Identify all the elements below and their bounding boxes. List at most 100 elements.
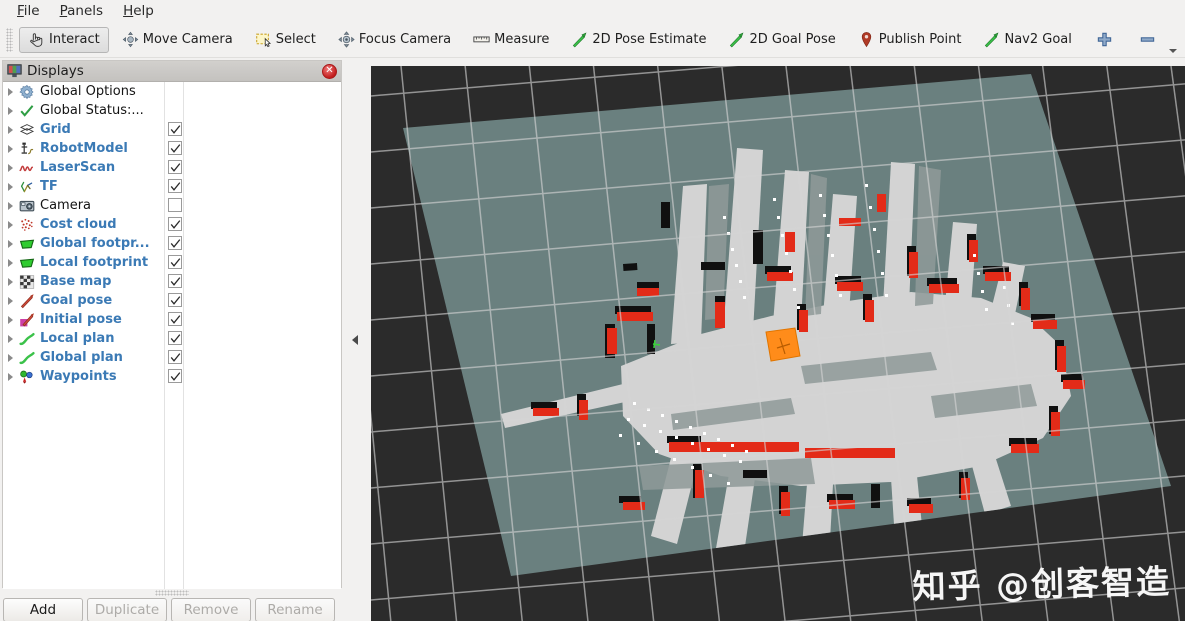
tree-item-checkbox[interactable] bbox=[168, 274, 182, 288]
tool-nav2-goal[interactable]: Nav2 Goal bbox=[974, 27, 1080, 53]
tree-item-checkbox[interactable] bbox=[168, 293, 182, 307]
tf-axes-icon bbox=[20, 181, 33, 192]
focus-camera-icon bbox=[338, 31, 355, 48]
tree-item-label: TF bbox=[40, 179, 58, 194]
panel-resize-grip[interactable] bbox=[155, 590, 189, 596]
tree-item-label: Camera bbox=[40, 198, 92, 213]
tool-measure[interactable]: Measure bbox=[464, 27, 558, 53]
check-glyph-icon bbox=[170, 219, 180, 229]
tool-2d-goal-pose[interactable]: 2D Goal Pose bbox=[719, 27, 844, 53]
expand-chevron-right-icon[interactable] bbox=[8, 353, 13, 362]
check-glyph-icon bbox=[170, 371, 180, 381]
polygon-icon bbox=[19, 258, 35, 268]
check-glyph-icon bbox=[170, 238, 180, 248]
expand-chevron-right-icon[interactable] bbox=[8, 87, 13, 96]
tree-item-global-footprint[interactable]: Global footpr... bbox=[3, 234, 341, 253]
tool-publish-point[interactable]: Publish Point bbox=[849, 27, 971, 53]
tree-item-laserscan[interactable]: LaserScan bbox=[3, 158, 341, 177]
polygon-icon bbox=[19, 239, 35, 249]
tree-item-local-footprint[interactable]: Local footprint bbox=[3, 253, 341, 272]
expand-chevron-right-icon[interactable] bbox=[8, 315, 13, 324]
tree-item-initial-pose[interactable]: Initial pose bbox=[3, 310, 341, 329]
tool-interact[interactable]: Interact bbox=[19, 26, 109, 53]
expand-chevron-right-icon[interactable] bbox=[8, 182, 13, 191]
hand-cursor-icon bbox=[30, 33, 43, 47]
tree-item-global-options[interactable]: Global Options bbox=[3, 82, 341, 101]
toolbar-overflow-chevron-down-icon[interactable] bbox=[1168, 49, 1177, 53]
tree-item-grid[interactable]: Grid bbox=[3, 120, 341, 139]
check-glyph-icon bbox=[170, 352, 180, 362]
tree-item-checkbox[interactable] bbox=[168, 369, 182, 383]
expand-chevron-right-icon[interactable] bbox=[8, 106, 13, 115]
add-tool-button[interactable] bbox=[1085, 27, 1124, 53]
tree-item-checkbox[interactable] bbox=[168, 331, 182, 345]
tool-select[interactable]: Select bbox=[246, 27, 325, 53]
path-icon bbox=[19, 332, 35, 345]
tree-item-checkbox[interactable] bbox=[168, 179, 182, 193]
tree-item-checkbox[interactable] bbox=[168, 312, 182, 326]
tool-measure-label: Measure bbox=[494, 32, 550, 47]
expand-chevron-right-icon[interactable] bbox=[8, 258, 13, 267]
tree-item-checkbox[interactable] bbox=[168, 350, 182, 364]
expand-chevron-right-icon[interactable] bbox=[8, 239, 13, 248]
tree-item-base-map[interactable]: Base map bbox=[3, 272, 341, 291]
tree-item-label: LaserScan bbox=[40, 160, 116, 175]
tree-item-tf[interactable]: TF bbox=[3, 177, 341, 196]
chevron-left-icon bbox=[352, 335, 358, 345]
rename-button[interactable]: Rename bbox=[255, 598, 335, 621]
toolbar-drag-handle[interactable] bbox=[6, 27, 13, 52]
tree-item-checkbox[interactable] bbox=[168, 141, 182, 155]
displays-panel-titlebar: Displays ✕ bbox=[3, 61, 341, 82]
select-rectangle-icon bbox=[255, 33, 271, 48]
tree-item-checkbox[interactable] bbox=[168, 198, 182, 212]
duplicate-button[interactable]: Duplicate bbox=[87, 598, 167, 621]
tree-item-global-plan[interactable]: Global plan bbox=[3, 348, 341, 367]
remove-button[interactable]: Remove bbox=[171, 598, 251, 621]
expand-chevron-right-icon[interactable] bbox=[8, 201, 13, 210]
expand-chevron-right-icon[interactable] bbox=[8, 296, 13, 305]
expand-chevron-right-icon[interactable] bbox=[8, 163, 13, 172]
tree-item-global-status[interactable]: Global Status:... bbox=[3, 101, 341, 120]
render-view-3d[interactable]: 知乎 @创客智造 bbox=[371, 66, 1185, 621]
check-glyph-icon bbox=[170, 257, 180, 267]
tree-item-checkbox[interactable] bbox=[168, 236, 182, 250]
add-button[interactable]: Add bbox=[3, 598, 83, 621]
tree-item-checkbox[interactable] bbox=[168, 122, 182, 136]
tree-item-checkbox[interactable] bbox=[168, 160, 182, 174]
remove-tool-button[interactable] bbox=[1128, 27, 1167, 53]
tool-focus-camera[interactable]: Focus Camera bbox=[329, 27, 460, 53]
map-icon bbox=[19, 274, 35, 289]
tree-item-label: Cost cloud bbox=[40, 217, 117, 232]
green-arrow-icon bbox=[985, 32, 999, 48]
menu-panels[interactable]: Panels bbox=[51, 1, 112, 22]
expand-chevron-right-icon[interactable] bbox=[8, 372, 13, 381]
check-glyph-icon bbox=[170, 143, 180, 153]
expand-chevron-right-icon[interactable] bbox=[8, 144, 13, 153]
map-pin-icon bbox=[861, 32, 871, 48]
tree-item-robotmodel[interactable]: RobotModel bbox=[3, 139, 341, 158]
panel-collapse-handle[interactable] bbox=[348, 300, 362, 380]
tree-item-goal-pose[interactable]: Goal pose bbox=[3, 291, 341, 310]
expand-chevron-right-icon[interactable] bbox=[8, 334, 13, 343]
menu-panels-label: anels bbox=[67, 2, 104, 19]
duplicate-button-label: Duplicate bbox=[94, 602, 160, 618]
tool-2d-pose-estimate[interactable]: 2D Pose Estimate bbox=[562, 27, 715, 53]
tool-select-label: Select bbox=[275, 32, 316, 47]
menu-help[interactable]: Help bbox=[114, 1, 163, 22]
tree-item-camera[interactable]: Camera bbox=[3, 196, 341, 215]
tree-item-cost-cloud[interactable]: Cost cloud bbox=[3, 215, 341, 234]
tree-item-checkbox[interactable] bbox=[168, 217, 182, 231]
tree-item-waypoints[interactable]: Waypoints bbox=[3, 367, 341, 386]
expand-chevron-right-icon[interactable] bbox=[8, 220, 13, 229]
tree-item-local-plan[interactable]: Local plan bbox=[3, 329, 341, 348]
tree-item-label: Waypoints bbox=[40, 369, 117, 384]
gear-icon bbox=[19, 84, 34, 99]
robot-footprint-marker bbox=[765, 327, 801, 362]
close-icon[interactable]: ✕ bbox=[322, 63, 337, 79]
menu-file[interactable]: File bbox=[8, 1, 49, 22]
expand-chevron-right-icon[interactable] bbox=[8, 125, 13, 134]
tree-item-checkbox[interactable] bbox=[168, 255, 182, 269]
toolbar: Interact Move Camera Select Focus Camera… bbox=[0, 22, 1185, 58]
expand-chevron-right-icon[interactable] bbox=[8, 277, 13, 286]
tool-move-camera[interactable]: Move Camera bbox=[113, 27, 242, 53]
